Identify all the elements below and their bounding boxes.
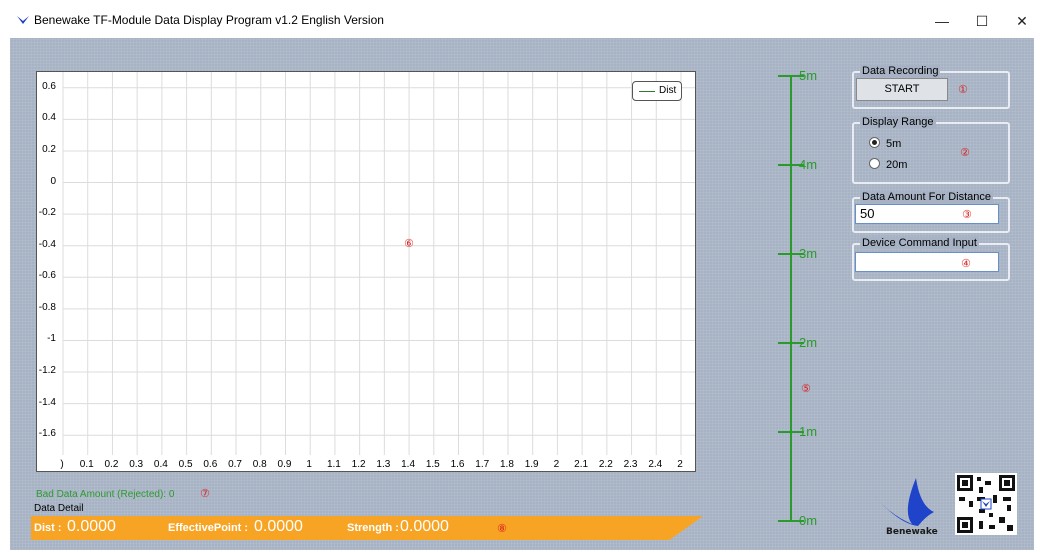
x-tick-label: 0.2 <box>104 459 119 470</box>
effective-point-label: EffectivePoint : <box>168 522 249 534</box>
benewake-logo-icon <box>17 16 29 24</box>
x-tick-label: 2.4 <box>648 459 663 470</box>
annotation-1: ① <box>958 84 968 96</box>
range-5m-radio[interactable]: 5m <box>869 137 901 150</box>
distance-scale-line <box>790 75 792 522</box>
data-amount-input[interactable]: 50 <box>855 204 999 224</box>
y-tick-label: 0.2 <box>42 143 56 155</box>
range-20m-label: 20m <box>886 159 908 171</box>
x-tick-label: 1.2 <box>351 459 366 470</box>
x-tick-label: 1.5 <box>425 459 440 470</box>
scale-label: 4m <box>799 157 818 172</box>
display-range-group: Display Range <box>852 116 1010 184</box>
window-title: Benewake TF-Module Data Display Program … <box>34 13 384 27</box>
y-tick-label: -1 <box>47 333 56 345</box>
title-bar: Benewake TF-Module Data Display Program … <box>0 0 1041 38</box>
x-tick-label: 1.7 <box>475 459 490 470</box>
y-tick-label: -1.4 <box>38 396 56 408</box>
annotation-4: ④ <box>961 258 971 270</box>
device-command-input[interactable] <box>855 252 999 272</box>
effective-point-value: 0.0000 <box>254 518 303 535</box>
x-tick-label: 1.9 <box>524 459 539 470</box>
x-tick-label: ) <box>60 459 64 470</box>
scale-label: 5m <box>799 68 818 83</box>
y-tick-label: -0.2 <box>38 207 56 219</box>
data-recording-title: Data Recording <box>860 65 941 77</box>
x-tick-label: 0.4 <box>153 459 168 470</box>
chart-grid <box>62 72 695 455</box>
benewake-logo: Benewake <box>872 476 944 537</box>
x-tick-label: 0.8 <box>252 459 267 470</box>
data-detail-title: Data Detail <box>34 503 84 514</box>
x-tick-label: 2.2 <box>598 459 613 470</box>
close-button[interactable]: ✕ <box>1002 8 1041 34</box>
x-tick-label: 1.6 <box>450 459 465 470</box>
x-tick-label: 2.3 <box>623 459 638 470</box>
y-tick-label: -0.4 <box>38 238 56 250</box>
benewake-wave-icon: Benewake <box>874 478 938 537</box>
annotation-3: ③ <box>962 209 972 221</box>
x-tick-label: 0.5 <box>178 459 193 470</box>
strength-label: Strength : <box>347 522 399 534</box>
x-tick-label: 0.1 <box>79 459 94 470</box>
dist-label: Dist : <box>34 522 62 534</box>
display-range-title: Display Range <box>860 116 936 128</box>
x-tick-label: 2.1 <box>574 459 589 470</box>
x-tick-label: 0.3 <box>129 459 144 470</box>
annotation-5: ⑤ <box>801 383 811 395</box>
minimize-button[interactable]: — <box>922 8 962 34</box>
maximize-button[interactable]: ☐ <box>962 8 1002 34</box>
annotation-2: ② <box>960 147 970 159</box>
annotation-7: ⑦ <box>200 488 210 500</box>
logo-text: Benewake <box>886 527 938 536</box>
x-tick-label: 1.3 <box>376 459 391 470</box>
bad-data-label: Bad Data Amount (Rejected): 0 <box>36 489 175 500</box>
annotation-8: ⑧ <box>497 523 507 535</box>
legend-label: Dist <box>659 85 677 96</box>
x-tick-label: 0.9 <box>277 459 292 470</box>
scale-label: 2m <box>799 335 818 350</box>
x-tick-label: 1 <box>306 459 312 470</box>
y-tick-label: -0.6 <box>38 270 56 282</box>
x-tick-label: 0.7 <box>228 459 242 470</box>
x-tick-label: 1.1 <box>326 459 341 470</box>
distance-chart <box>36 71 696 472</box>
annotation-6: ⑥ <box>404 238 414 250</box>
y-tick-label: -1.6 <box>38 428 56 440</box>
y-tick-label: 0.6 <box>42 80 56 92</box>
x-tick-label: 2 <box>677 459 683 470</box>
start-button[interactable]: START <box>856 78 948 101</box>
legend-swatch <box>639 91 655 92</box>
y-tick-label: 0 <box>50 175 56 187</box>
range-5m-label: 5m <box>886 138 902 150</box>
radio-unselected-icon <box>869 158 880 169</box>
radio-selected-icon <box>869 137 880 148</box>
scale-label: 1m <box>799 424 818 439</box>
scale-label: 3m <box>799 246 818 261</box>
y-tick-label: 0.4 <box>42 112 56 124</box>
x-tick-label: 1.4 <box>401 459 416 470</box>
x-tick-label: 1.8 <box>500 459 514 470</box>
x-tick-label: 2 <box>553 459 560 470</box>
strength-value: 0.0000 <box>400 518 449 535</box>
data-amount-title: Data Amount For Distance <box>860 191 994 203</box>
scale-label: 0m <box>799 513 818 528</box>
y-tick-label: -0.8 <box>38 301 56 313</box>
qr-code-icon <box>955 473 1017 535</box>
y-tick-label: -1.2 <box>38 365 56 377</box>
x-tick-label: 0.6 <box>203 459 218 470</box>
dist-value: 0.0000 <box>67 518 116 535</box>
chart-legend: Dist <box>632 81 682 101</box>
device-command-title: Device Command Input <box>860 237 979 249</box>
range-20m-radio[interactable]: 20m <box>869 158 907 171</box>
